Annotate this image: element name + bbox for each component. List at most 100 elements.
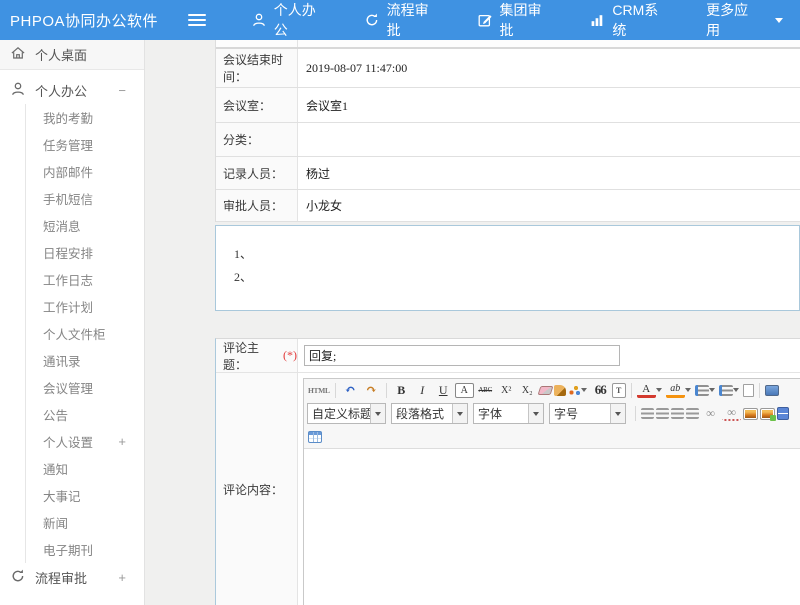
new-page-icon[interactable] xyxy=(743,384,754,397)
sidebar-item-task-management[interactable]: 任务管理 xyxy=(26,131,144,158)
sidebar-item-work-plan[interactable]: 工作计划 xyxy=(26,293,144,320)
sidebar-item-label: 通知 xyxy=(43,459,68,478)
redo-icon[interactable]: ↷ xyxy=(362,381,381,399)
sidebar-item-process-approval[interactable]: 流程审批+ xyxy=(0,563,144,591)
content-line: 2、 xyxy=(234,266,799,289)
eraser-icon[interactable] xyxy=(537,386,553,395)
ordered-list-dropdown-caret[interactable] xyxy=(709,388,715,392)
sidebar-item-e-journal[interactable]: 电子期刊 xyxy=(26,536,144,563)
image-icon[interactable] xyxy=(743,408,758,420)
media-icon[interactable] xyxy=(777,407,789,420)
toolbar-separator xyxy=(631,383,632,398)
comment-content-row: 评论内容： HTML↶↷BIUAABCX²X₂66TAab 自定义标题段落格式字… xyxy=(216,373,800,605)
sidebar-item-label: 大事记 xyxy=(43,486,81,505)
color-wand-dropdown-caret[interactable] xyxy=(581,388,587,392)
paragraph-format-select[interactable]: 段落格式 xyxy=(391,403,468,424)
blockquote-icon[interactable]: 66 xyxy=(591,381,610,399)
chevron-down-icon[interactable] xyxy=(528,404,543,423)
sidebar-item-memorabilia[interactable]: 大事记 xyxy=(26,482,144,509)
editor-body[interactable] xyxy=(304,448,800,605)
sidebar-item-meeting-management[interactable]: 会议管理 xyxy=(26,374,144,401)
sidebar-item-label: 日程安排 xyxy=(43,243,93,262)
meeting-room-label: 会议室： xyxy=(216,88,298,122)
app-logo[interactable]: PHPOA协同办公软件 xyxy=(0,10,188,31)
align-right-icon[interactable] xyxy=(671,408,684,419)
fullscreen-icon[interactable] xyxy=(765,385,779,396)
subscript-icon[interactable]: X₂ xyxy=(518,381,537,399)
nav-item-process-approval[interactable]: 流程审批 xyxy=(347,0,460,40)
flash-image-icon[interactable] xyxy=(760,408,775,420)
table-insert-icon[interactable] xyxy=(308,431,322,443)
collapse-icon[interactable]: − xyxy=(118,83,126,98)
category-label: 分类： xyxy=(216,123,298,156)
comment-subject-input[interactable] xyxy=(304,345,620,366)
ordered-list-icon[interactable] xyxy=(695,385,709,396)
format-brush-icon[interactable] xyxy=(554,385,566,396)
superscript-icon[interactable]: X² xyxy=(497,381,516,399)
nav-item-crm-system[interactable]: CRM系统 xyxy=(572,0,689,40)
chevron-down-icon[interactable] xyxy=(610,404,625,423)
sidebar-item-work-log[interactable]: 工作日志 xyxy=(26,266,144,293)
nav-item-label: 更多应用 xyxy=(706,0,762,40)
strikethrough-icon[interactable]: ABC xyxy=(476,381,495,399)
paste-text-icon[interactable]: T xyxy=(612,383,626,398)
sidebar-item-schedule[interactable]: 日程安排 xyxy=(26,239,144,266)
required-mark: (*) xyxy=(283,348,297,363)
sidebar-item-label: 手机短信 xyxy=(43,189,93,208)
top-nav: 个人办公流程审批集团审批CRM系统更多应用 xyxy=(234,0,800,40)
color-wand-icon[interactable] xyxy=(568,384,581,396)
sidebar-item-announcement[interactable]: 公告 xyxy=(26,401,144,428)
hamburger-menu-icon[interactable] xyxy=(188,14,206,27)
unordered-list-dropdown-caret[interactable] xyxy=(733,388,739,392)
nav-item-group-approval[interactable]: 集团审批 xyxy=(460,0,573,40)
sidebar-item-short-message[interactable]: 短消息 xyxy=(26,212,144,239)
user-icon xyxy=(251,12,267,28)
sidebar-item-mobile-sms[interactable]: 手机短信 xyxy=(26,185,144,212)
sidebar-item-label: 个人文件柜 xyxy=(43,324,106,343)
sidebar-item-personal-file-cabinet[interactable]: 个人文件柜 xyxy=(26,320,144,347)
font-frame-icon[interactable]: A xyxy=(455,383,474,398)
process-icon xyxy=(10,568,26,587)
paragraph-format-select-value: 段落格式 xyxy=(392,405,452,422)
sidebar-item-label: 公告 xyxy=(43,405,68,424)
chevron-down-icon[interactable] xyxy=(370,404,385,423)
chevron-down-icon[interactable] xyxy=(452,404,467,423)
sidebar-item-personal-desktop[interactable]: 个人桌面 xyxy=(0,40,144,70)
font-size-select-value: 字号 xyxy=(550,405,610,422)
nav-item-more-apps[interactable]: 更多应用 xyxy=(689,0,800,40)
sidebar-item-label: 短消息 xyxy=(43,216,81,235)
sidebar-item-internal-mail[interactable]: 内部邮件 xyxy=(26,158,144,185)
toolbar-separator xyxy=(635,406,636,421)
link-icon[interactable]: ∞ xyxy=(701,405,720,423)
highlight-icon[interactable]: ab xyxy=(666,383,685,398)
font-family-select[interactable]: 字体 xyxy=(473,403,544,424)
unlink-icon[interactable]: ∞ xyxy=(722,406,741,421)
highlight-dropdown-caret[interactable] xyxy=(685,388,691,392)
sidebar-item-label: 个人桌面 xyxy=(35,45,87,64)
meeting-end-time-label: 会议结束时间： xyxy=(216,49,298,87)
expand-icon[interactable]: + xyxy=(118,570,126,585)
sidebar-item-personal-settings[interactable]: 个人设置+ xyxy=(26,428,144,455)
sidebar-item-news[interactable]: 新闻 xyxy=(26,509,144,536)
sidebar-item-personal-office[interactable]: 个人办公− xyxy=(0,76,144,104)
html-source-icon[interactable]: HTML xyxy=(308,381,330,399)
font-color-dropdown-caret[interactable] xyxy=(656,388,662,392)
sidebar-item-notice[interactable]: 通知 xyxy=(26,455,144,482)
nav-item-personal-office[interactable]: 个人办公 xyxy=(234,0,347,40)
underline-icon[interactable]: U xyxy=(434,381,453,399)
sidebar-item-contacts[interactable]: 通讯录 xyxy=(26,347,144,374)
sidebar-item-my-attendance[interactable]: 我的考勤 xyxy=(26,104,144,131)
toolbar-separator xyxy=(335,383,336,398)
italic-icon[interactable]: I xyxy=(413,381,432,399)
unordered-list-icon[interactable] xyxy=(719,385,733,396)
font-color-icon[interactable]: A xyxy=(637,383,656,398)
justify-icon[interactable] xyxy=(686,408,699,419)
align-left-icon[interactable] xyxy=(641,408,654,419)
toolbar-separator xyxy=(386,383,387,398)
heading-select[interactable]: 自定义标题 xyxy=(307,403,386,424)
align-center-icon[interactable] xyxy=(656,408,669,419)
undo-icon[interactable]: ↶ xyxy=(341,381,360,399)
font-size-select[interactable]: 字号 xyxy=(549,403,626,424)
expand-icon[interactable]: + xyxy=(118,434,126,449)
bold-icon[interactable]: B xyxy=(392,381,411,399)
